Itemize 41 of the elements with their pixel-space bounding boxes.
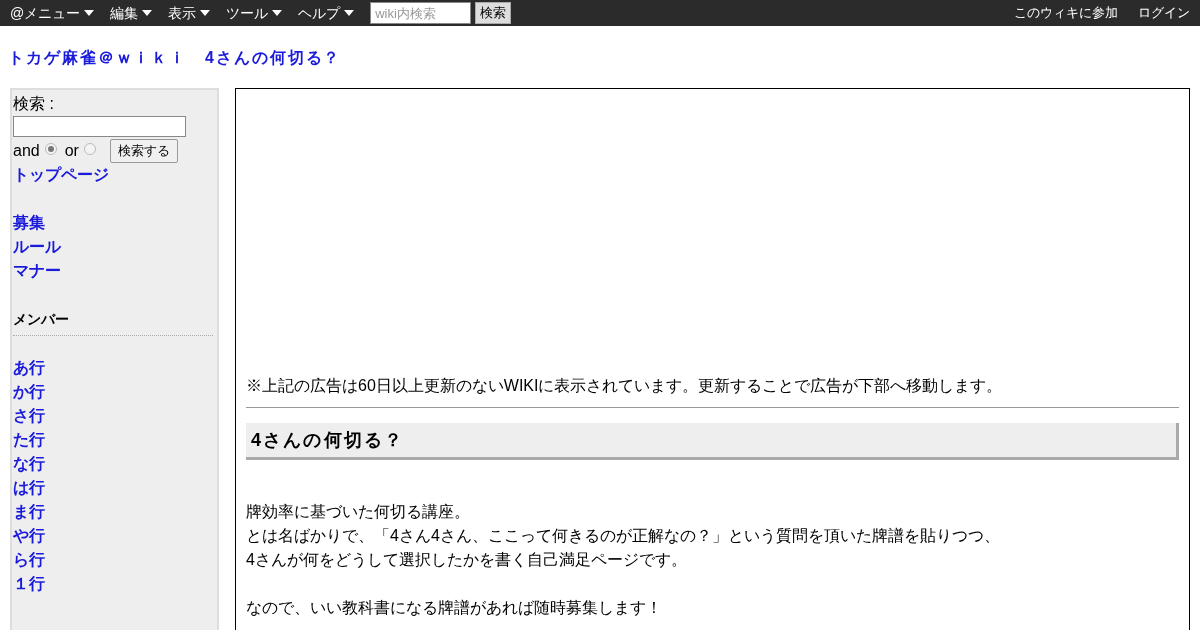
caret-icon <box>84 10 95 16</box>
nav-link[interactable]: ら行 <box>13 548 216 572</box>
nav-link[interactable]: 募集 <box>13 211 216 235</box>
menu-item[interactable]: 編集 <box>110 2 153 24</box>
search-label: 検索 : <box>13 94 55 114</box>
nav-link[interactable]: １行 <box>13 572 216 596</box>
menu-item[interactable]: @メニュー <box>10 2 95 24</box>
menu-item[interactable]: ヘルプ <box>298 2 355 24</box>
nav-link[interactable]: さ行 <box>13 404 216 428</box>
radio-button[interactable] <box>83 143 96 155</box>
search-field[interactable]: wiki内検索 <box>370 2 472 24</box>
nav-link[interactable]: た行 <box>13 428 216 452</box>
paragraph: 牌効率に基づいた何切る講座。 とは名ばかりで、「4さん4さん、ここって何きるのが正解なの？」という質問を頂いた牌譜を貼りつつ、 4さんが何をどうして選択したかを書く自己満足ページです。 <box>246 502 1001 570</box>
section-heading: メンバー <box>13 310 70 329</box>
page-title[interactable]: トカゲ麻雀＠ｗｉｋｉ 4さんの何切る？ <box>8 46 1200 70</box>
nav-link[interactable]: な行 <box>13 452 216 476</box>
menu-item[interactable]: 表示 <box>168 2 211 24</box>
caret-icon <box>344 10 355 16</box>
radio-label: or <box>64 141 79 161</box>
caret-icon <box>272 10 283 16</box>
caret-icon <box>200 10 211 16</box>
search-button[interactable]: 検索 <box>475 2 512 24</box>
menu-item[interactable]: ツール <box>226 2 283 24</box>
sidebar-search-field[interactable] <box>13 116 186 137</box>
section-heading: 4さんの何切る？ <box>246 423 1179 460</box>
nav-link[interactable]: あ行 <box>13 356 216 380</box>
paragraph: なので、いい教科書になる牌譜があれば随時募集します！ <box>246 598 663 618</box>
nav-link[interactable]: は行 <box>13 476 216 500</box>
header-link[interactable]: このウィキに参加 <box>1014 3 1118 23</box>
nav-link[interactable]: ルール <box>13 235 216 259</box>
search-button[interactable]: 検索する <box>109 139 178 163</box>
radio-button[interactable] <box>44 143 57 155</box>
nav-link[interactable]: マナー <box>13 259 216 283</box>
nav-link[interactable]: か行 <box>13 380 216 404</box>
radio-label: and <box>13 141 40 161</box>
ad-notice: ※上記の広告は60日以上更新のないWIKIに表示されています。更新することで広告が下部へ移動します。 <box>246 376 1004 396</box>
nav-link[interactable]: トップページ <box>13 163 216 187</box>
header-link[interactable]: ログイン <box>1138 3 1190 23</box>
nav-link[interactable]: ま行 <box>13 500 216 524</box>
caret-icon <box>142 10 153 16</box>
nav-link[interactable]: や行 <box>13 524 216 548</box>
